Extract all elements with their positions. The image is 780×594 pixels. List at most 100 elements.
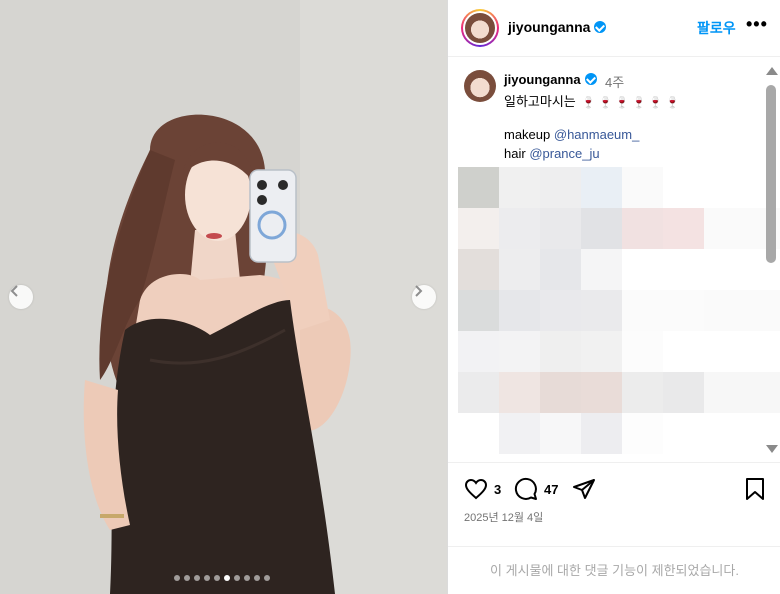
pixelated-region: [458, 167, 780, 462]
mosaic-tile: [663, 208, 704, 249]
mosaic-tile: [663, 413, 704, 454]
mosaic-tile: [458, 290, 499, 331]
carousel-dot: [254, 575, 260, 581]
carousel-indicator: [174, 575, 270, 581]
mosaic-tile: [581, 372, 622, 413]
mosaic-tile: [540, 249, 581, 290]
carousel-dot: [174, 575, 180, 581]
bookmark-icon: [746, 478, 764, 500]
mosaic-tile: [704, 249, 745, 290]
mosaic-tile: [704, 208, 745, 249]
caption-username-text: jiyounganna: [504, 72, 581, 87]
mosaic-tile: [540, 372, 581, 413]
post-side-panel: jiyounganna 팔로우 ••• jiyounganna 4주 일하고마시…: [447, 0, 780, 594]
avatar-border: [463, 11, 497, 45]
mosaic-tile: [581, 290, 622, 331]
mosaic-tile: [458, 331, 499, 372]
caption-username[interactable]: jiyounganna: [504, 72, 597, 87]
author-avatar[interactable]: [461, 9, 499, 47]
scrollbar-thumb[interactable]: [766, 85, 776, 263]
hair-label: hair: [504, 146, 526, 161]
mosaic-tile: [540, 413, 581, 454]
mosaic-tile: [499, 331, 540, 372]
mosaic-tile: [540, 208, 581, 249]
like-count[interactable]: 3: [494, 482, 501, 497]
carousel-dot: [214, 575, 220, 581]
save-button[interactable]: [744, 477, 766, 501]
author-username[interactable]: jiyounganna: [508, 19, 607, 35]
mosaic-tile: [581, 413, 622, 454]
carousel-dot: [184, 575, 190, 581]
mosaic-tile: [622, 413, 663, 454]
caption-scrollbar[interactable]: [764, 65, 778, 457]
carousel-dot-active: [224, 575, 230, 581]
mosaic-tile: [622, 249, 663, 290]
mosaic-tile: [581, 208, 622, 249]
wine-emoji-row: 🍷 🍷 🍷 🍷 🍷 🍷: [581, 97, 680, 109]
mosaic-tile: [499, 249, 540, 290]
post-modal: jiyounganna 팔로우 ••• jiyounganna 4주 일하고마시…: [0, 0, 780, 594]
mosaic-tile: [704, 372, 745, 413]
carousel-dot: [234, 575, 240, 581]
carousel-dot: [244, 575, 250, 581]
more-options-button[interactable]: •••: [746, 14, 768, 35]
mosaic-tile: [499, 413, 540, 454]
mosaic-tile: [540, 331, 581, 372]
mosaic-tile: [622, 372, 663, 413]
mosaic-tile: [499, 372, 540, 413]
mosaic-tile: [663, 290, 704, 331]
mosaic-tile: [499, 208, 540, 249]
scroll-up-arrow-icon[interactable]: [766, 67, 778, 75]
makeup-label: makeup: [504, 127, 551, 142]
mosaic-tile: [458, 208, 499, 249]
mosaic-tile: [663, 167, 704, 208]
avatar-image: [465, 13, 495, 43]
previous-photo-button[interactable]: [9, 285, 33, 309]
mosaic-tile: [499, 167, 540, 208]
mosaic-tile: [622, 167, 663, 208]
share-button[interactable]: [572, 477, 596, 501]
mosaic-tile: [663, 372, 704, 413]
caption-line-1: 일하고마시는 🍷 🍷 🍷 🍷 🍷 🍷: [504, 91, 679, 110]
verified-badge-icon: [584, 73, 597, 85]
like-button[interactable]: 3: [464, 477, 501, 501]
mosaic-tile: [704, 290, 745, 331]
heart-icon: [464, 478, 488, 500]
post-photo[interactable]: [0, 0, 447, 594]
mosaic-tile: [704, 331, 745, 372]
post-actions: 3 47 2025년 12월 4일 이 게시물에 대한 댓글 기능이 제한되었습…: [448, 462, 780, 594]
mosaic-tile: [622, 208, 663, 249]
mosaic-tile: [581, 167, 622, 208]
comment-button[interactable]: 47: [514, 477, 558, 501]
carousel-dot: [264, 575, 270, 581]
comment-icon: [514, 477, 537, 500]
mosaic-tile: [622, 331, 663, 372]
makeup-mention-link[interactable]: @hanmaeum_: [554, 127, 639, 142]
hair-mention-link[interactable]: @prance_ju: [529, 146, 599, 161]
caption-area: jiyounganna 4주 일하고마시는 🍷 🍷 🍷 🍷 🍷 🍷 makeup …: [448, 57, 780, 462]
comment-count[interactable]: 47: [544, 482, 558, 497]
mosaic-tile: [581, 331, 622, 372]
caption-text: 일하고마시는: [504, 94, 576, 109]
chevron-right-icon: [415, 285, 423, 297]
caption-avatar[interactable]: [464, 70, 496, 102]
mosaic-tile: [458, 413, 499, 454]
chevron-left-icon: [10, 285, 18, 297]
caption-makeup-credit: makeup @hanmaeum_: [504, 127, 639, 142]
caption-hair-credit: hair @prance_ju: [504, 146, 600, 161]
scroll-down-arrow-icon[interactable]: [766, 445, 778, 453]
mosaic-tile: [704, 167, 745, 208]
comments-restricted-notice: 이 게시물에 대한 댓글 기능이 제한되었습니다.: [448, 546, 780, 594]
share-icon: [573, 479, 595, 499]
caption-time[interactable]: 4주: [605, 72, 624, 91]
follow-button[interactable]: 팔로우: [697, 18, 736, 38]
author-username-text: jiyounganna: [508, 19, 591, 35]
next-photo-button[interactable]: [412, 285, 436, 309]
photo-illustration: [0, 0, 447, 594]
carousel-dot: [194, 575, 200, 581]
mosaic-tile: [499, 290, 540, 331]
post-date[interactable]: 2025년 12월 4일: [464, 509, 543, 525]
mosaic-tile: [540, 290, 581, 331]
mosaic-tile: [581, 249, 622, 290]
mosaic-tile: [458, 249, 499, 290]
